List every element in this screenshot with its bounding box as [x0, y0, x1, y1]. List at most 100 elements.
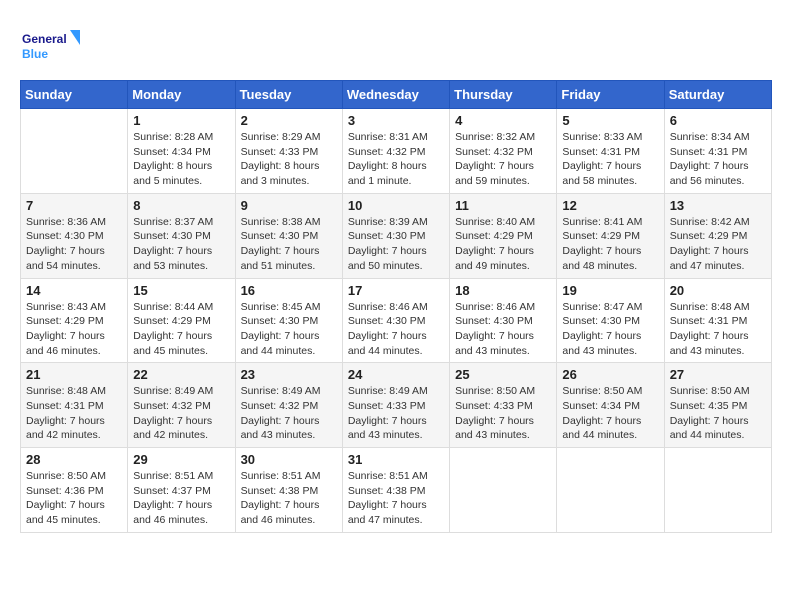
calendar-cell — [450, 448, 557, 533]
day-number: 17 — [348, 283, 444, 298]
day-number: 7 — [26, 198, 122, 213]
svg-text:General: General — [22, 32, 67, 46]
calendar-cell: 20 Sunrise: 8:48 AM Sunset: 4:31 PM Dayli… — [664, 278, 771, 363]
calendar-cell: 17 Sunrise: 8:46 AM Sunset: 4:30 PM Dayli… — [342, 278, 449, 363]
day-info: Sunrise: 8:34 AM Sunset: 4:31 PM Dayligh… — [670, 130, 766, 189]
day-info: Sunrise: 8:37 AM Sunset: 4:30 PM Dayligh… — [133, 215, 229, 274]
calendar-cell: 27 Sunrise: 8:50 AM Sunset: 4:35 PM Dayli… — [664, 363, 771, 448]
day-number: 11 — [455, 198, 551, 213]
calendar-cell: 1Sunrise: 8:28 AM Sunset: 4:34 PM Daylig… — [128, 109, 235, 194]
day-number: 28 — [26, 452, 122, 467]
day-info: Sunrise: 8:51 AM Sunset: 4:37 PM Dayligh… — [133, 469, 229, 528]
day-info: Sunrise: 8:36 AM Sunset: 4:30 PM Dayligh… — [26, 215, 122, 274]
day-info: Sunrise: 8:38 AM Sunset: 4:30 PM Dayligh… — [241, 215, 337, 274]
calendar-cell: 23 Sunrise: 8:49 AM Sunset: 4:32 PM Dayli… — [235, 363, 342, 448]
calendar: SundayMondayTuesdayWednesdayThursdayFrid… — [20, 80, 772, 533]
calendar-week-row: 21Sunrise: 8:48 AM Sunset: 4:31 PM Dayli… — [21, 363, 772, 448]
day-info: Sunrise: 8:50 AM Sunset: 4:34 PM Dayligh… — [562, 384, 658, 443]
calendar-cell: 12Sunrise: 8:41 AM Sunset: 4:29 PM Dayli… — [557, 193, 664, 278]
calendar-cell: 21Sunrise: 8:48 AM Sunset: 4:31 PM Dayli… — [21, 363, 128, 448]
calendar-cell: 3 Sunrise: 8:31 AM Sunset: 4:32 PM Daylig… — [342, 109, 449, 194]
calendar-cell: 25Sunrise: 8:50 AM Sunset: 4:33 PM Dayli… — [450, 363, 557, 448]
day-info: Sunrise: 8:32 AM Sunset: 4:32 PM Dayligh… — [455, 130, 551, 189]
calendar-week-row: 28Sunrise: 8:50 AM Sunset: 4:36 PM Dayli… — [21, 448, 772, 533]
day-info: Sunrise: 8:43 AM Sunset: 4:29 PM Dayligh… — [26, 300, 122, 359]
calendar-cell: 9 Sunrise: 8:38 AM Sunset: 4:30 PM Daylig… — [235, 193, 342, 278]
calendar-cell: 18Sunrise: 8:46 AM Sunset: 4:30 PM Dayli… — [450, 278, 557, 363]
day-number: 1 — [133, 113, 229, 128]
weekday-header-cell: Wednesday — [342, 81, 449, 109]
day-info: Sunrise: 8:45 AM Sunset: 4:30 PM Dayligh… — [241, 300, 337, 359]
calendar-cell: 26 Sunrise: 8:50 AM Sunset: 4:34 PM Dayli… — [557, 363, 664, 448]
weekday-header-cell: Sunday — [21, 81, 128, 109]
day-number: 30 — [241, 452, 337, 467]
day-number: 8 — [133, 198, 229, 213]
weekday-header-cell: Thursday — [450, 81, 557, 109]
day-number: 10 — [348, 198, 444, 213]
day-info: Sunrise: 8:47 AM Sunset: 4:30 PM Dayligh… — [562, 300, 658, 359]
day-info: Sunrise: 8:33 AM Sunset: 4:31 PM Dayligh… — [562, 130, 658, 189]
day-number: 15 — [133, 283, 229, 298]
calendar-cell: 2Sunrise: 8:29 AM Sunset: 4:33 PM Daylig… — [235, 109, 342, 194]
day-number: 31 — [348, 452, 444, 467]
day-number: 29 — [133, 452, 229, 467]
day-number: 26 — [562, 367, 658, 382]
day-number: 23 — [241, 367, 337, 382]
day-info: Sunrise: 8:31 AM Sunset: 4:32 PM Dayligh… — [348, 130, 444, 189]
header: General Blue — [20, 20, 772, 70]
day-number: 16 — [241, 283, 337, 298]
calendar-cell: 10 Sunrise: 8:39 AM Sunset: 4:30 PM Dayli… — [342, 193, 449, 278]
calendar-cell: 16 Sunrise: 8:45 AM Sunset: 4:30 PM Dayli… — [235, 278, 342, 363]
logo-svg: General Blue — [20, 25, 80, 70]
day-number: 22 — [133, 367, 229, 382]
calendar-cell: 7 Sunrise: 8:36 AM Sunset: 4:30 PM Daylig… — [21, 193, 128, 278]
day-number: 6 — [670, 113, 766, 128]
calendar-cell: 30 Sunrise: 8:51 AM Sunset: 4:38 PM Dayli… — [235, 448, 342, 533]
calendar-cell: 13 Sunrise: 8:42 AM Sunset: 4:29 PM Dayli… — [664, 193, 771, 278]
day-info: Sunrise: 8:42 AM Sunset: 4:29 PM Dayligh… — [670, 215, 766, 274]
calendar-week-row: 14 Sunrise: 8:43 AM Sunset: 4:29 PM Dayli… — [21, 278, 772, 363]
calendar-body: 1Sunrise: 8:28 AM Sunset: 4:34 PM Daylig… — [21, 109, 772, 533]
day-number: 5 — [562, 113, 658, 128]
day-number: 21 — [26, 367, 122, 382]
calendar-cell — [557, 448, 664, 533]
day-number: 12 — [562, 198, 658, 213]
calendar-week-row: 7 Sunrise: 8:36 AM Sunset: 4:30 PM Daylig… — [21, 193, 772, 278]
calendar-cell: 11 Sunrise: 8:40 AM Sunset: 4:29 PM Dayli… — [450, 193, 557, 278]
calendar-cell: 19 Sunrise: 8:47 AM Sunset: 4:30 PM Dayli… — [557, 278, 664, 363]
day-number: 24 — [348, 367, 444, 382]
day-number: 14 — [26, 283, 122, 298]
calendar-cell: 31Sunrise: 8:51 AM Sunset: 4:38 PM Dayli… — [342, 448, 449, 533]
weekday-header-cell: Friday — [557, 81, 664, 109]
day-info: Sunrise: 8:50 AM Sunset: 4:33 PM Dayligh… — [455, 384, 551, 443]
day-info: Sunrise: 8:49 AM Sunset: 4:32 PM Dayligh… — [133, 384, 229, 443]
svg-text:Blue: Blue — [22, 47, 48, 61]
day-number: 9 — [241, 198, 337, 213]
day-info: Sunrise: 8:44 AM Sunset: 4:29 PM Dayligh… — [133, 300, 229, 359]
day-info: Sunrise: 8:39 AM Sunset: 4:30 PM Dayligh… — [348, 215, 444, 274]
day-info: Sunrise: 8:48 AM Sunset: 4:31 PM Dayligh… — [670, 300, 766, 359]
day-info: Sunrise: 8:40 AM Sunset: 4:29 PM Dayligh… — [455, 215, 551, 274]
day-info: Sunrise: 8:50 AM Sunset: 4:35 PM Dayligh… — [670, 384, 766, 443]
calendar-cell: 28Sunrise: 8:50 AM Sunset: 4:36 PM Dayli… — [21, 448, 128, 533]
calendar-cell: 6 Sunrise: 8:34 AM Sunset: 4:31 PM Daylig… — [664, 109, 771, 194]
day-info: Sunrise: 8:51 AM Sunset: 4:38 PM Dayligh… — [241, 469, 337, 528]
day-number: 20 — [670, 283, 766, 298]
day-info: Sunrise: 8:29 AM Sunset: 4:33 PM Dayligh… — [241, 130, 337, 189]
day-number: 27 — [670, 367, 766, 382]
day-info: Sunrise: 8:49 AM Sunset: 4:33 PM Dayligh… — [348, 384, 444, 443]
calendar-cell: 29 Sunrise: 8:51 AM Sunset: 4:37 PM Dayli… — [128, 448, 235, 533]
day-info: Sunrise: 8:49 AM Sunset: 4:32 PM Dayligh… — [241, 384, 337, 443]
day-number: 19 — [562, 283, 658, 298]
day-number: 13 — [670, 198, 766, 213]
calendar-cell: 15 Sunrise: 8:44 AM Sunset: 4:29 PM Dayli… — [128, 278, 235, 363]
day-number: 3 — [348, 113, 444, 128]
weekday-header-cell: Tuesday — [235, 81, 342, 109]
calendar-week-row: 1Sunrise: 8:28 AM Sunset: 4:34 PM Daylig… — [21, 109, 772, 194]
calendar-cell — [664, 448, 771, 533]
day-info: Sunrise: 8:46 AM Sunset: 4:30 PM Dayligh… — [455, 300, 551, 359]
weekday-header-row: SundayMondayTuesdayWednesdayThursdayFrid… — [21, 81, 772, 109]
calendar-cell: 5 Sunrise: 8:33 AM Sunset: 4:31 PM Daylig… — [557, 109, 664, 194]
calendar-cell: 24 Sunrise: 8:49 AM Sunset: 4:33 PM Dayli… — [342, 363, 449, 448]
day-info: Sunrise: 8:46 AM Sunset: 4:30 PM Dayligh… — [348, 300, 444, 359]
